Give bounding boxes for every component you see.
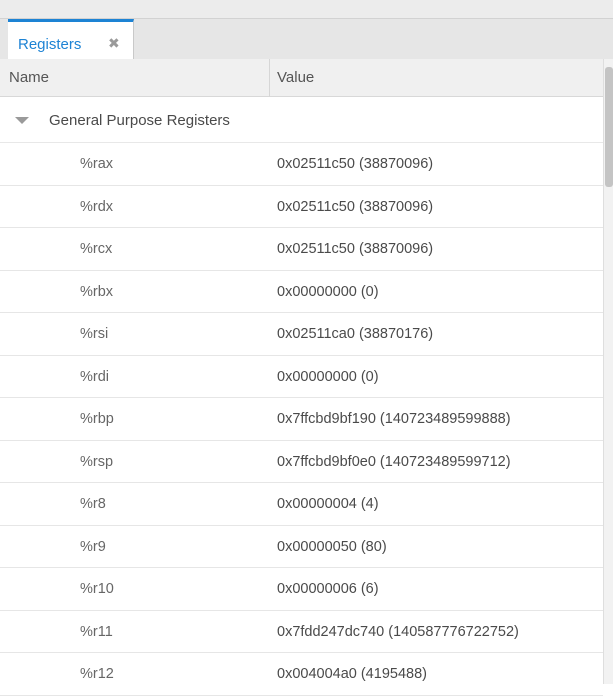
register-value: 0x00000006 (6) — [277, 581, 379, 597]
column-header-value[interactable]: Value — [277, 69, 314, 86]
table-row[interactable]: %r12 0x004004a0 (4195488) — [0, 653, 603, 696]
scrollbar-thumb[interactable] — [605, 67, 613, 187]
register-value: 0x00000000 (0) — [277, 283, 379, 300]
table-row[interactable]: %rax 0x02511c50 (38870096) — [0, 143, 603, 186]
register-name: %rsi — [80, 326, 109, 342]
register-name: %r9 — [80, 538, 106, 555]
group-label: General Purpose Registers — [49, 112, 230, 129]
register-value: 0x7fdd247dc740 (140587776722752) — [277, 623, 519, 640]
table-row[interactable]: %rdi 0x00000000 (0) — [0, 356, 603, 398]
register-name: %r12 — [80, 666, 114, 682]
register-value: 0x7ffcbd9bf0e0 (140723489599712) — [277, 453, 511, 470]
table-row[interactable]: %r9 0x00000050 (80) — [0, 526, 603, 568]
register-name: %rcx — [80, 241, 113, 257]
register-name: %rax — [80, 156, 114, 172]
register-value: 0x02511c50 (38870096) — [277, 198, 434, 215]
tab-bar: Registers ✖ — [0, 18, 613, 60]
table-row[interactable]: %r11 0x7fdd247dc740 (140587776722752) — [0, 611, 603, 653]
register-value: 0x02511c50 (38870096) — [277, 156, 434, 172]
close-icon[interactable]: ✖ — [108, 35, 120, 52]
register-value: 0x00000050 (80) — [277, 538, 387, 555]
column-header-name[interactable]: Name — [9, 69, 49, 86]
table-header: Name Value — [0, 59, 603, 97]
register-name: %rbx — [80, 283, 114, 300]
register-value: 0x00000000 (0) — [277, 368, 379, 385]
table-row[interactable]: %rdx 0x02511c50 (38870096) — [0, 186, 603, 228]
tab-registers-label: Registers — [18, 36, 82, 53]
register-name: %rsp — [80, 453, 114, 470]
column-resize-handle[interactable] — [269, 59, 270, 97]
table-row[interactable]: %rsp 0x7ffcbd9bf0e0 (140723489599712) — [0, 441, 603, 483]
table-row[interactable]: %rcx 0x02511c50 (38870096) — [0, 228, 603, 271]
register-name: %rdi — [80, 368, 110, 385]
register-name: %rdx — [80, 198, 114, 215]
vertical-scrollbar[interactable] — [603, 59, 613, 684]
table-row[interactable]: %rsi 0x02511ca0 (38870176) — [0, 313, 603, 356]
register-value: 0x02511ca0 (38870176) — [277, 326, 434, 342]
register-name: %r11 — [80, 623, 113, 640]
register-list: %rax 0x02511c50 (38870096) %rdx 0x02511c50 … — [0, 143, 603, 696]
expand-triangle-icon[interactable] — [15, 117, 29, 124]
register-value: 0x02511c50 (38870096) — [277, 241, 434, 257]
group-row-general-purpose[interactable]: General Purpose Registers — [0, 97, 603, 143]
table-row[interactable]: %rbx 0x00000000 (0) — [0, 271, 603, 313]
table-row[interactable]: %rbp 0x7ffcbd9bf190 (140723489599888) — [0, 398, 603, 441]
register-name: %r10 — [80, 581, 114, 597]
register-name: %rbp — [80, 411, 114, 427]
window-top-edge — [0, 0, 613, 18]
register-value: 0x7ffcbd9bf190 (140723489599888) — [277, 411, 511, 427]
register-value: 0x004004a0 (4195488) — [277, 666, 427, 682]
register-value: 0x00000004 (4) — [277, 496, 379, 512]
tab-registers[interactable]: Registers ✖ — [8, 19, 134, 60]
table-row[interactable]: %r10 0x00000006 (6) — [0, 568, 603, 611]
register-name: %r8 — [80, 496, 106, 512]
table-row[interactable]: %r8 0x00000004 (4) — [0, 483, 603, 526]
